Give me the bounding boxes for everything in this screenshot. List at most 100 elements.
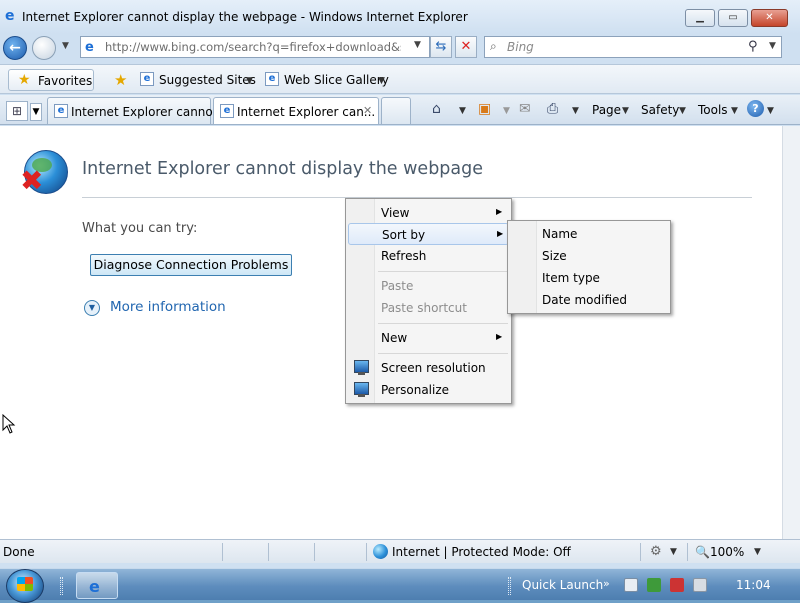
stop-button[interactable]: ✕ [455,36,477,58]
suggested-sites-dropdown-icon[interactable]: ▼ [246,76,253,86]
home-dropdown-icon[interactable]: ▼ [459,106,466,116]
menu-item-screen-resolution[interactable]: Screen resolution [348,357,509,379]
forward-button[interactable] [32,36,56,60]
expand-chevron-icon[interactable]: ▼ [84,300,100,316]
help-icon[interactable]: ? [747,100,764,117]
clock[interactable]: 11:04 [736,578,771,592]
mail-icon[interactable]: ✉ [519,101,531,117]
web-slice-dropdown-icon[interactable]: ▼ [378,76,385,86]
monitor-icon [354,382,369,397]
close-icon: ✕ [765,12,774,23]
tab-label: Internet Explorer can... [237,105,376,119]
refresh-icon: ⇆ [435,39,447,54]
address-url[interactable]: http://www.bing.com/search?q=firefox+dow… [105,40,401,54]
taskbar-ie-button[interactable]: e [76,572,118,599]
submenu-item-label: Date modified [542,293,628,307]
status-divider [640,543,641,561]
favorites-bar: ★ Favorites ★ e Suggested Sites ▼ e Web … [0,64,800,94]
shield-icon[interactable] [647,578,661,592]
title-bar[interactable]: e Internet Explorer cannot display the w… [0,0,800,34]
submenu-item-date-modified[interactable]: Date modified [510,289,667,311]
suggested-sites-link[interactable]: Suggested Sites [159,73,256,87]
submenu-arrow-icon: ▶ [497,229,504,238]
safety-menu[interactable]: Safety [641,103,679,117]
feeds-dropdown-icon[interactable]: ▼ [503,106,510,116]
menu-item-refresh[interactable]: Refresh [348,245,509,267]
zoom-level[interactable]: 🔍100% [695,545,744,559]
chevron-right-icon[interactable]: » [603,577,610,590]
vertical-scrollbar[interactable] [782,126,800,539]
tools-dropdown-icon[interactable]: ▼ [731,106,738,116]
search-input[interactable]: Bing [507,40,534,54]
home-icon[interactable]: ⌂ [432,101,441,117]
star-icon: ★ [18,72,31,88]
submenu-item-type[interactable]: Item type [510,267,667,289]
recent-pages-dropdown[interactable]: ▼ [62,41,69,51]
security-dropdown-icon[interactable]: ▼ [670,547,677,557]
more-information-link[interactable]: More information [110,299,226,315]
new-tab-button[interactable] [381,97,411,124]
diagnose-connection-button[interactable]: Diagnose Connection Problems [90,254,292,276]
status-divider [366,543,367,561]
back-button[interactable]: ← [3,36,27,60]
menu-item-label: New [381,331,408,345]
submenu-item-name[interactable]: Name [510,223,667,245]
submenu-item-label: Size [542,249,567,263]
status-divider [314,543,315,561]
tab-1[interactable]: e Internet Explorer cannot ... [47,97,233,124]
menu-item-personalize[interactable]: Personalize [348,379,509,401]
address-field[interactable]: e http://www.bing.com/search?q=firefox+d… [80,36,430,58]
search-box[interactable]: ⌕ Bing ⚲ ▼ [484,36,782,58]
help-dropdown-icon[interactable]: ▼ [767,106,774,116]
refresh-button[interactable]: ⇆ [430,36,452,58]
menu-item-new[interactable]: New ▶ [348,327,509,349]
menu-item-sort-by[interactable]: Sort by ▶ [348,223,509,245]
menu-item-label: Personalize [381,383,450,397]
submenu-item-label: Name [542,227,578,241]
add-favorite-icon[interactable]: ★ [114,71,127,89]
tools-menu[interactable]: Tools [698,103,728,117]
security-zone-text[interactable]: Internet | Protected Mode: Off [392,545,571,559]
tab-2-active[interactable]: e Internet Explorer can... ✕ [213,97,379,124]
page-dropdown-icon[interactable]: ▼ [622,106,629,116]
search-icon[interactable]: ⚲ [748,39,758,54]
close-button[interactable]: ✕ [751,9,788,27]
favorites-button[interactable]: ★ Favorites [8,69,94,91]
web-slice-gallery-link[interactable]: Web Slice Gallery [284,73,389,87]
print-dropdown-icon[interactable]: ▼ [572,106,579,116]
menu-item-label: Paste shortcut [381,301,467,315]
feeds-icon[interactable]: ▣ [478,101,491,117]
menu-item-label: View [381,206,410,220]
notes-tray-icon[interactable] [624,578,638,592]
submenu-item-size[interactable]: Size [510,245,667,267]
minimize-button[interactable]: ▁ [685,9,715,27]
gear-icon[interactable]: ⚙ [650,544,662,559]
desktop-context-menu: View ▶ Sort by ▶ Refresh Paste Paste sho… [345,198,512,404]
tab-command-bar: ⊞ ▼ e Internet Explorer cannot ... e Int… [0,95,800,125]
volume-muted-icon[interactable] [693,578,707,592]
network-icon[interactable] [670,578,684,592]
status-bar: Done Internet | Protected Mode: Off ⚙ ▼ … [0,539,800,563]
address-dropdown-icon[interactable]: ▼ [414,40,421,50]
page-menu[interactable]: Page [592,103,621,117]
web-slice-icon: e [265,72,279,86]
print-icon[interactable]: ⎙ [547,101,558,117]
taskbar-grip[interactable] [60,577,63,595]
menu-item-paste: Paste [348,275,509,297]
quick-tabs-button[interactable]: ⊞ [6,101,28,121]
taskbar-grip[interactable] [508,577,511,595]
safety-dropdown-icon[interactable]: ▼ [679,106,686,116]
error-x-icon: ✖ [20,164,44,197]
mouse-cursor-icon [2,414,16,434]
menu-item-label: Sort by [382,228,426,242]
menu-item-view[interactable]: View ▶ [348,202,509,224]
menu-separator [378,323,508,324]
close-tab-icon[interactable]: ✕ [363,104,372,117]
tab-list-button[interactable]: ▼ [30,103,42,121]
maximize-button[interactable]: ▭ [718,9,748,27]
stop-icon: ✕ [460,39,472,54]
search-options-dropdown[interactable]: ▼ [769,41,776,51]
quick-launch-toolbar[interactable]: Quick Launch [522,578,603,592]
zoom-dropdown-icon[interactable]: ▼ [754,547,761,557]
page-icon: e [85,40,94,55]
